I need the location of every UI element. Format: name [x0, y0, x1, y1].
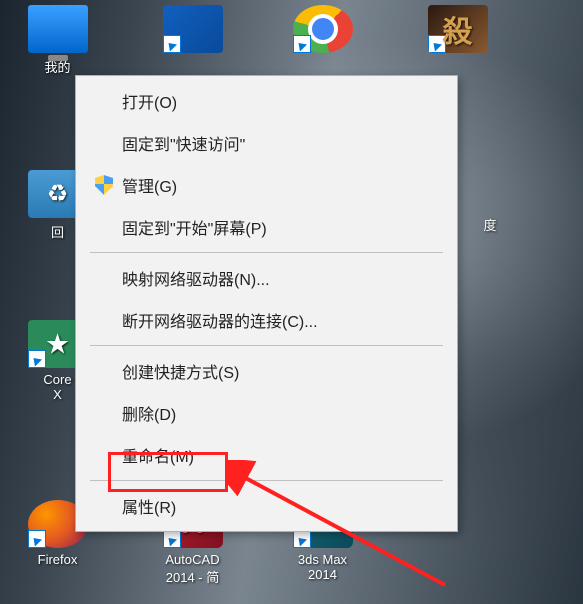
menu-label: 重命名(M): [122, 443, 194, 467]
menu-separator: [90, 480, 443, 481]
shortcut-overlay-icon: [163, 530, 181, 548]
icon-label: Firefox: [10, 552, 105, 567]
shortcut-overlay-icon: [293, 530, 311, 548]
shield-icon: [95, 175, 113, 195]
menu-separator: [90, 252, 443, 253]
icon-label: AutoCAD: [145, 552, 240, 567]
shortcut-overlay-icon: [428, 35, 446, 53]
shortcut-overlay-icon: [28, 530, 46, 548]
menu-disconnect-drive[interactable]: 断开网络驱动器的连接(C)...: [78, 299, 455, 341]
menu-label: 固定到"开始"屏幕(P): [122, 215, 267, 239]
menu-label: 打开(O): [122, 89, 177, 113]
menu-delete[interactable]: 删除(D): [78, 392, 455, 434]
menu-open[interactable]: 打开(O): [78, 80, 455, 122]
context-menu: 打开(O) 固定到"快速访问" 管理(G) 固定到"开始"屏幕(P) 映射网络驱…: [75, 75, 458, 532]
icon-sublabel: 2014: [275, 567, 370, 582]
menu-label: 管理(G): [122, 173, 177, 197]
menu-separator: [90, 345, 443, 346]
menu-label: 固定到"快速访问": [122, 131, 245, 155]
menu-create-shortcut[interactable]: 创建快捷方式(S): [78, 350, 455, 392]
shortcut-overlay-icon: [293, 35, 311, 53]
shortcut-overlay-icon: [28, 350, 46, 368]
icon-label: 度: [470, 215, 510, 234]
menu-rename[interactable]: 重命名(M): [78, 434, 455, 476]
menu-label: 映射网络驱动器(N)...: [122, 266, 270, 290]
baidu-icon-label[interactable]: 度: [470, 215, 510, 234]
menu-pin-quick-access[interactable]: 固定到"快速访问": [78, 122, 455, 164]
menu-properties[interactable]: 属性(R): [78, 485, 455, 527]
app-icon-blue[interactable]: [145, 5, 240, 57]
menu-label: 属性(R): [122, 494, 176, 518]
shortcut-overlay-icon: [163, 35, 181, 53]
game-icon[interactable]: [410, 5, 505, 57]
my-computer-icon[interactable]: 我的: [10, 5, 105, 76]
menu-map-drive[interactable]: 映射网络驱动器(N)...: [78, 257, 455, 299]
menu-label: 创建快捷方式(S): [122, 359, 239, 383]
menu-label: 删除(D): [122, 401, 176, 425]
menu-manage[interactable]: 管理(G): [78, 164, 455, 206]
menu-pin-start[interactable]: 固定到"开始"屏幕(P): [78, 206, 455, 248]
icon-sublabel: 2014 - 简: [145, 567, 240, 586]
icon-label: 3ds Max: [275, 552, 370, 567]
chrome-icon[interactable]: [275, 5, 370, 57]
menu-label: 断开网络驱动器的连接(C)...: [122, 308, 318, 332]
